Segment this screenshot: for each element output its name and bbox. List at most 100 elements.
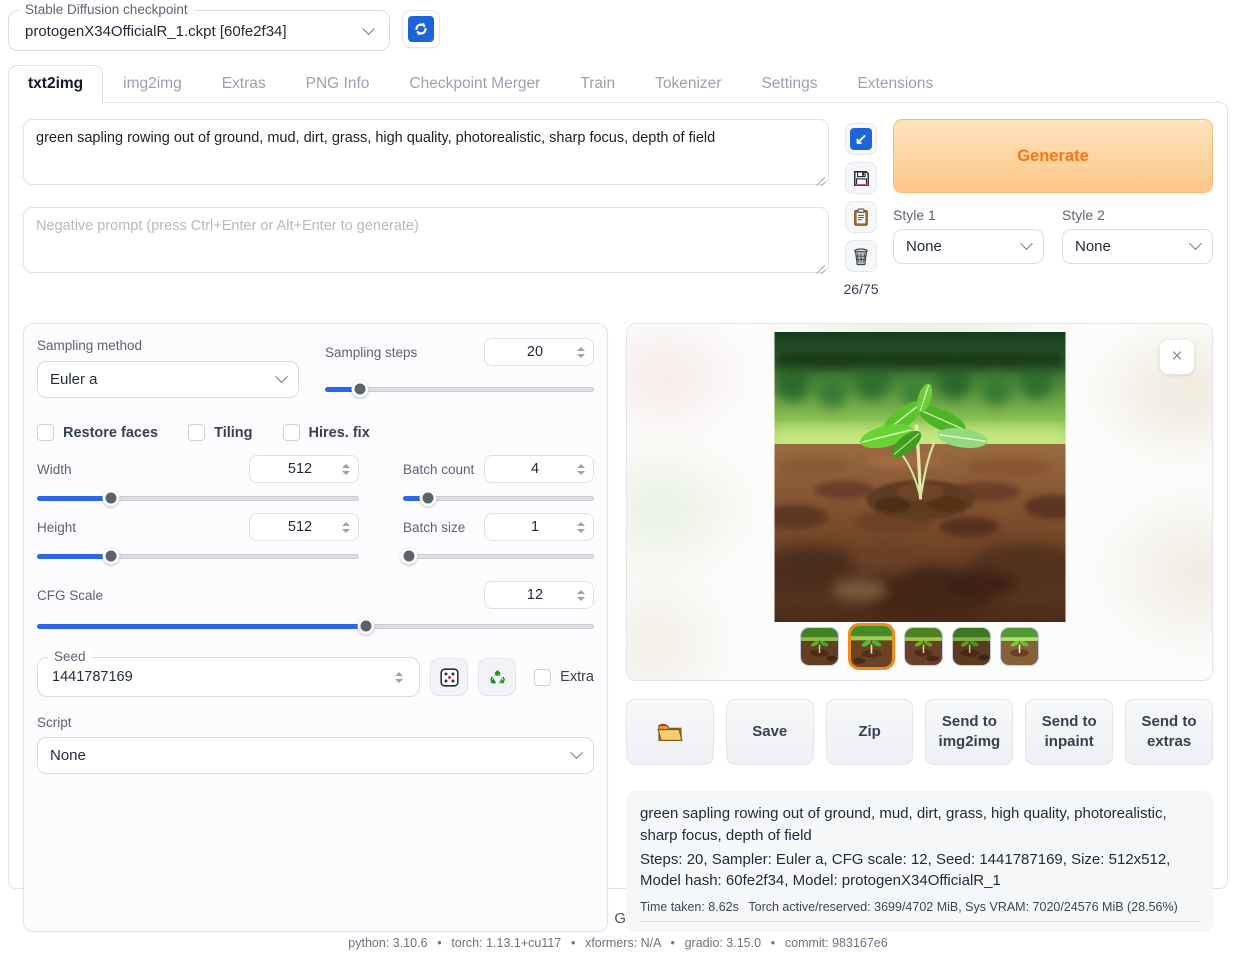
prompt-column: green sapling rowing out of ground, mud,…	[23, 119, 829, 297]
send-to-extras-button[interactable]: Send to extras	[1125, 699, 1213, 765]
tab-png-info[interactable]: PNG Info	[286, 65, 390, 103]
style1-group: Style 1 None	[893, 207, 1044, 264]
style2-select[interactable]: None	[1062, 229, 1213, 264]
thumbnail-5[interactable]	[1000, 627, 1039, 666]
slider-handle[interactable]	[400, 548, 417, 565]
checkbox-icon[interactable]	[534, 669, 551, 686]
refresh-icon	[408, 16, 434, 42]
extra-seed-checkbox[interactable]: Extra	[534, 669, 594, 686]
send-to-inpaint-button[interactable]: Send to inpaint	[1025, 699, 1113, 765]
checkpoint-select[interactable]: protogenX34OfficialR_1.ckpt [60fe2f34]	[21, 17, 377, 42]
sampling-steps-slider[interactable]	[325, 380, 594, 398]
hires-fix-label: Hires. fix	[309, 425, 370, 441]
sampling-steps-value: 20	[495, 344, 575, 360]
restore-faces-checkbox[interactable]: Restore faces	[37, 424, 158, 441]
checkpoint-value: protogenX34OfficialR_1.ckpt [60fe2f34]	[25, 23, 287, 40]
width-slider[interactable]	[37, 489, 359, 507]
paste-params-button[interactable]: ↙	[845, 123, 877, 155]
negative-prompt-input[interactable]	[23, 207, 829, 273]
stepper-arrows-icon[interactable]	[340, 464, 352, 475]
random-seed-button[interactable]	[430, 658, 468, 696]
slider-handle[interactable]	[103, 548, 120, 565]
checkbox-icon[interactable]	[188, 424, 205, 441]
batch-size-input[interactable]: 1	[484, 513, 594, 541]
thumbnail-2-selected[interactable]	[848, 623, 895, 670]
style1-select[interactable]: None	[893, 229, 1044, 264]
checkpoint-bar: Stable Diffusion checkpoint protogenX34O…	[8, 10, 1228, 51]
tab-txt2img[interactable]: txt2img	[8, 65, 103, 103]
seed-label: Seed	[48, 649, 92, 664]
width-group: Width 512	[37, 455, 359, 507]
tab-train[interactable]: Train	[560, 65, 635, 103]
slider-handle[interactable]	[419, 490, 436, 507]
apply-style-button[interactable]	[845, 201, 877, 233]
cfg-value: 12	[495, 587, 575, 603]
thumbnail-3[interactable]	[904, 627, 943, 666]
batch-size-slider[interactable]	[403, 547, 594, 565]
send-to-img2img-button[interactable]: Send to img2img	[925, 699, 1013, 765]
seed-input[interactable]: 1441787169	[50, 664, 407, 688]
width-input[interactable]: 512	[249, 455, 359, 483]
stepper-arrows-icon[interactable]	[575, 347, 587, 358]
stepper-arrows-icon[interactable]	[340, 522, 352, 533]
prompt-input[interactable]: green sapling rowing out of ground, mud,…	[23, 119, 829, 185]
tab-tokenizer[interactable]: Tokenizer	[635, 65, 741, 103]
sampling-method-select[interactable]: Euler a	[37, 361, 299, 398]
extra-label: Extra	[560, 669, 594, 685]
batch-count-value: 4	[495, 461, 575, 477]
stepper-arrows-icon[interactable]	[393, 672, 405, 683]
zip-button[interactable]: Zip	[826, 699, 914, 765]
batch-size-value: 1	[495, 519, 575, 535]
batch-count-input[interactable]: 4	[484, 455, 594, 483]
checkbox-icon[interactable]	[283, 424, 300, 441]
stepper-arrows-icon[interactable]	[575, 464, 587, 475]
height-input[interactable]: 512	[249, 513, 359, 541]
tiling-checkbox[interactable]: Tiling	[188, 424, 252, 441]
sampling-steps-input[interactable]: 20	[484, 338, 594, 366]
tab-extensions[interactable]: Extensions	[837, 65, 953, 103]
cfg-input[interactable]: 12	[484, 581, 594, 609]
cfg-slider[interactable]	[37, 617, 594, 635]
batch-count-slider[interactable]	[403, 489, 594, 507]
negative-prompt-wrap	[23, 207, 829, 278]
clear-prompt-button[interactable]	[845, 240, 877, 272]
script-select[interactable]: None	[37, 737, 594, 774]
refresh-checkpoints-button[interactable]	[402, 10, 440, 48]
stepper-arrows-icon[interactable]	[575, 522, 587, 533]
checkbox-icon[interactable]	[37, 424, 54, 441]
tab-extras[interactable]: Extras	[202, 65, 286, 103]
txt2img-panel: green sapling rowing out of ground, mud,…	[8, 102, 1228, 889]
style2-group: Style 2 None	[1062, 207, 1213, 264]
thumbnail-1[interactable]	[800, 627, 839, 666]
style1-label: Style 1	[893, 207, 1044, 223]
tab-img2img[interactable]: img2img	[103, 65, 202, 103]
save-button[interactable]: Save	[726, 699, 814, 765]
prompt-wrap: green sapling rowing out of ground, mud,…	[23, 119, 829, 190]
clipboard-icon	[852, 208, 870, 227]
seed-fieldset: Seed 1441787169	[37, 657, 420, 697]
info-params-text: Steps: 20, Sampler: Euler a, CFG scale: …	[640, 849, 1199, 893]
stepper-arrows-icon[interactable]	[575, 590, 587, 601]
generate-button[interactable]: Generate	[893, 119, 1213, 193]
slider-handle[interactable]	[357, 618, 374, 635]
style2-label: Style 2	[1062, 207, 1213, 223]
slider-handle[interactable]	[351, 381, 368, 398]
reuse-seed-button[interactable]	[478, 658, 516, 696]
restore-faces-label: Restore faces	[63, 425, 158, 441]
close-icon[interactable]: ×	[1160, 340, 1194, 374]
toggles-row: Restore faces Tiling Hires. fix	[37, 424, 594, 441]
open-folder-button[interactable]	[626, 699, 714, 765]
width-label: Width	[37, 462, 72, 477]
save-style-button[interactable]	[845, 162, 877, 194]
height-slider[interactable]	[37, 547, 359, 565]
cfg-label: CFG Scale	[37, 588, 103, 603]
hires-fix-checkbox[interactable]: Hires. fix	[283, 424, 370, 441]
slider-handle[interactable]	[103, 490, 120, 507]
height-group: Height 512	[37, 513, 359, 565]
generated-image[interactable]	[774, 332, 1065, 622]
gallery-actions: Save Zip Send to img2img Send to inpaint…	[626, 699, 1213, 765]
tab-settings[interactable]: Settings	[741, 65, 837, 103]
thumbnail-4[interactable]	[952, 627, 991, 666]
tab-checkpoint-merger[interactable]: Checkpoint Merger	[389, 65, 560, 103]
checkpoint-fieldset: Stable Diffusion checkpoint protogenX34O…	[8, 10, 390, 51]
